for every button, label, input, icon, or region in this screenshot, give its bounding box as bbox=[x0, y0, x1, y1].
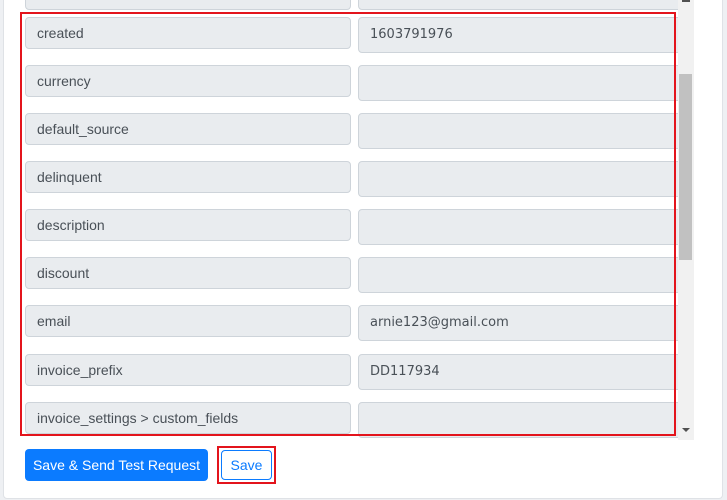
field-value-input[interactable]: DD117934 bbox=[358, 354, 686, 390]
scroll-down-icon[interactable] bbox=[682, 428, 690, 432]
field-row: invoice_settings > custom_fields bbox=[25, 402, 686, 438]
field-row: delinquent bbox=[25, 161, 686, 197]
field-label: description bbox=[25, 209, 351, 241]
field-value-input[interactable]: 1603791976 bbox=[358, 17, 686, 53]
field-label: created bbox=[25, 17, 351, 49]
scrollbar[interactable] bbox=[678, 0, 694, 440]
field-value[interactable] bbox=[358, 0, 684, 10]
field-value-input[interactable] bbox=[358, 209, 686, 245]
field-row: description bbox=[25, 209, 686, 245]
field-value-input[interactable] bbox=[358, 402, 686, 438]
field-row: created 1603791976 bbox=[25, 17, 686, 53]
field-value-input[interactable] bbox=[358, 113, 686, 149]
field-label: discount bbox=[25, 257, 351, 289]
field-value-input[interactable] bbox=[358, 65, 686, 101]
field-row: currency bbox=[25, 65, 686, 101]
field-label: invoice_prefix bbox=[25, 354, 351, 386]
save-and-send-test-request-button[interactable]: Save & Send Test Request bbox=[25, 449, 208, 481]
field-label bbox=[25, 0, 351, 10]
save-button[interactable]: Save bbox=[221, 450, 272, 480]
field-value-input[interactable]: arnie123@gmail.com bbox=[358, 305, 686, 341]
field-row: invoice_prefix DD117934 bbox=[25, 354, 686, 390]
field-row-previous bbox=[25, 0, 684, 10]
field-mapping-list[interactable]: created 1603791976 currency default_sour… bbox=[0, 0, 695, 440]
field-label: default_source bbox=[25, 113, 351, 145]
field-row: default_source bbox=[25, 113, 686, 149]
scrollbar-thumb[interactable] bbox=[679, 74, 692, 260]
field-label: invoice_settings > custom_fields bbox=[25, 402, 351, 434]
field-row: email arnie123@gmail.com bbox=[25, 305, 686, 341]
field-label: email bbox=[25, 305, 351, 337]
save-button-highlight: Save bbox=[217, 446, 276, 484]
field-value-input[interactable] bbox=[358, 257, 686, 293]
field-row: discount bbox=[25, 257, 686, 293]
field-label: delinquent bbox=[25, 161, 351, 193]
field-label: currency bbox=[25, 65, 351, 97]
scroll-up-icon[interactable] bbox=[682, 0, 690, 2]
field-value-input[interactable] bbox=[358, 161, 686, 197]
